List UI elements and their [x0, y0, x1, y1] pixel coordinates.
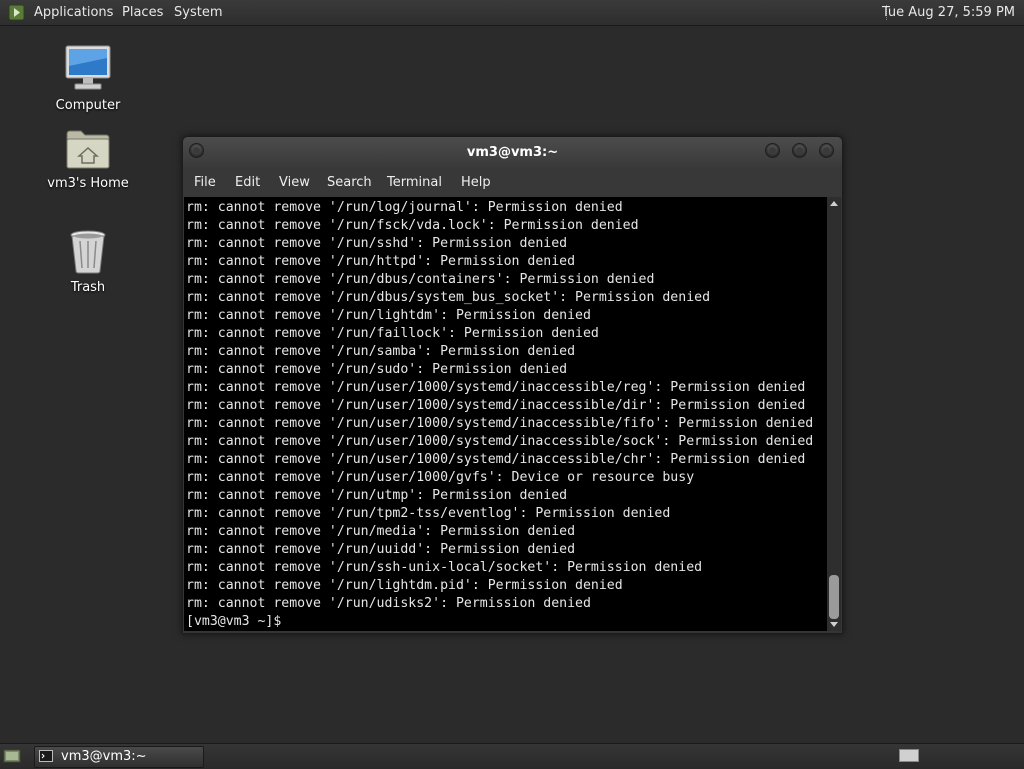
menu-view[interactable]: View: [279, 175, 310, 190]
terminal-line: rm: cannot remove '/run/udisks2': Permis…: [186, 596, 591, 611]
terminal-line: rm: cannot remove '/run/httpd': Permissi…: [186, 254, 576, 269]
terminal-line: rm: cannot remove '/run/log/journal': Pe…: [186, 200, 623, 215]
maximize-button[interactable]: [792, 143, 807, 158]
workspace-switcher[interactable]: [899, 749, 919, 762]
window-titlebar[interactable]: vm3@vm3:~: [183, 137, 842, 167]
menu-help[interactable]: Help: [461, 175, 491, 190]
terminal-line: rm: cannot remove '/run/user/1000/system…: [186, 452, 806, 467]
terminal-line: [vm3@vm3 ~]$: [186, 614, 290, 629]
desktop-icon-computer[interactable]: Computer: [33, 44, 143, 113]
terminal-line: rm: cannot remove '/run/media': Permissi…: [186, 524, 576, 539]
window-title: vm3@vm3:~: [466, 145, 559, 160]
terminal-line: rm: cannot remove '/run/user/1000/system…: [186, 434, 814, 449]
terminal-line: rm: cannot remove '/run/utmp': Permissio…: [186, 488, 568, 503]
terminal-line: rm: cannot remove '/run/fsck/vda.lock': …: [186, 218, 639, 233]
terminal-line: rm: cannot remove '/run/user/1000/system…: [186, 416, 814, 431]
terminal-line: rm: cannot remove '/run/tpm2-tss/eventlo…: [186, 506, 671, 521]
applications-menu[interactable]: Applications: [34, 5, 113, 20]
desktop-icon-label: Computer: [55, 98, 121, 113]
top-panel: Applications Places System Tue Aug 27, 5…: [0, 0, 1024, 26]
terminal-output[interactable]: rm: cannot remove '/run/log/journal': Pe…: [184, 197, 827, 631]
terminal-line: rm: cannot remove '/run/lightdm.pid': Pe…: [186, 578, 623, 593]
terminal-menubar: File Edit View Search Terminal Help: [183, 167, 842, 197]
terminal-icon: [39, 750, 53, 762]
terminal-line: rm: cannot remove '/run/uuidd': Permissi…: [186, 542, 576, 557]
terminal-lines: rm: cannot remove '/run/log/journal': Pe…: [186, 199, 813, 631]
minimize-button[interactable]: [765, 143, 780, 158]
terminal-line: rm: cannot remove '/run/user/1000/system…: [186, 398, 806, 413]
terminal-line: rm: cannot remove '/run/dbus/containers'…: [186, 272, 655, 287]
menu-file[interactable]: File: [194, 175, 216, 190]
scroll-down-arrow-icon[interactable]: [830, 622, 838, 627]
terminal-line: rm: cannot remove '/run/dbus/system_bus_…: [186, 290, 711, 305]
home-folder-icon: [66, 130, 110, 169]
menu-edit[interactable]: Edit: [235, 175, 260, 190]
terminal-line: rm: cannot remove '/run/samba': Permissi…: [186, 344, 576, 359]
terminal-line: rm: cannot remove '/run/faillock': Permi…: [186, 326, 599, 341]
main-menu-icon[interactable]: [8, 4, 25, 21]
scrollbar-thumb[interactable]: [829, 575, 839, 619]
desktop-icon-label: Trash: [70, 280, 106, 295]
system-menu[interactable]: System: [174, 5, 222, 20]
clock[interactable]: Tue Aug 27, 5:59 PM: [882, 5, 1015, 20]
desktop-icon-trash[interactable]: Trash: [33, 228, 143, 295]
places-menu[interactable]: Places: [122, 5, 163, 20]
terminal-line: rm: cannot remove '/run/user/1000/system…: [186, 380, 806, 395]
terminal-line: rm: cannot remove '/run/user/1000/gvfs':…: [186, 470, 695, 485]
terminal-line: rm: cannot remove '/run/ssh-unix-local/s…: [186, 560, 703, 575]
terminal-window: vm3@vm3:~ File Edit View Search Terminal…: [182, 136, 843, 634]
menu-terminal[interactable]: Terminal: [387, 175, 442, 190]
terminal-line: rm: cannot remove '/run/sudo': Permissio…: [186, 362, 568, 377]
terminal-line: rm: cannot remove '/run/lightdm': Permis…: [186, 308, 591, 323]
computer-icon: [65, 45, 111, 90]
close-button[interactable]: [819, 143, 834, 158]
taskbar-terminal-button[interactable]: vm3@vm3:~: [34, 746, 204, 768]
show-desktop-icon[interactable]: [3, 748, 21, 764]
desktop-icon-home[interactable]: vm3's Home: [33, 128, 143, 191]
terminal-scrollbar[interactable]: [827, 197, 841, 631]
scroll-up-arrow-icon[interactable]: [830, 201, 838, 206]
desktop-icon-label: vm3's Home: [47, 176, 129, 191]
taskbar-button-label: vm3@vm3:~: [61, 749, 147, 764]
bottom-panel: vm3@vm3:~: [0, 743, 1024, 769]
terminal-line: rm: cannot remove '/run/sshd': Permissio…: [186, 236, 568, 251]
menu-search[interactable]: Search: [327, 175, 372, 190]
trash-icon: [70, 230, 106, 274]
